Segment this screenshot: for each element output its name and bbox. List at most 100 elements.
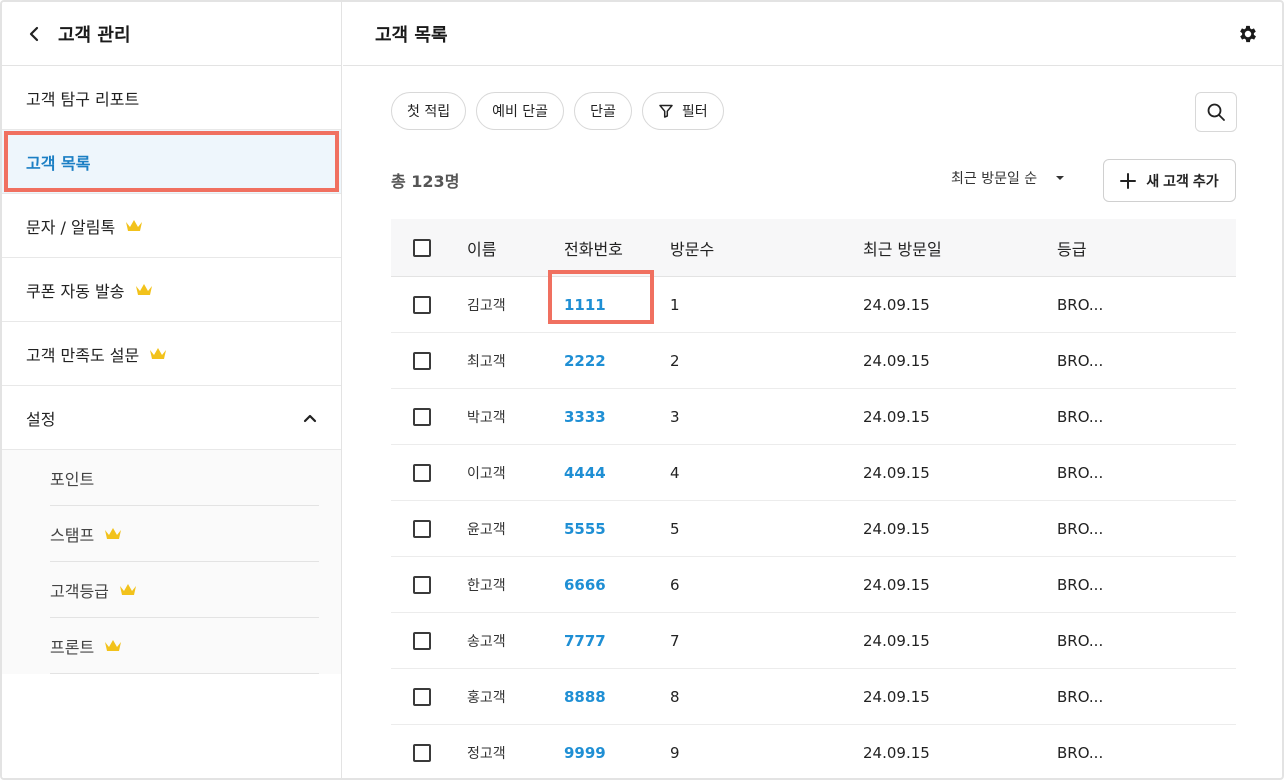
table-row[interactable]: 최고객 2222 2 24.09.15 BRO...	[391, 333, 1236, 389]
row-check-cell	[391, 463, 467, 482]
cell-grade: BRO...	[1057, 295, 1104, 314]
table-row[interactable]: 홍고객 8888 8 24.09.15 BRO...	[391, 669, 1236, 725]
sidebar-item-label: 설정	[26, 409, 56, 429]
gear-icon[interactable]	[1236, 22, 1260, 46]
cell-phone: 6666	[564, 576, 670, 594]
chip-regular[interactable]: 단골	[574, 92, 632, 130]
chip-label: 단골	[590, 104, 616, 120]
crown-icon	[119, 583, 137, 597]
search-button[interactable]	[1195, 92, 1237, 132]
cell-grade: BRO...	[1057, 463, 1104, 482]
phone-link[interactable]: 3333	[564, 408, 606, 426]
cell-recent-visit: 24.09.15	[863, 351, 930, 370]
table-row[interactable]: 한고객 6666 6 24.09.15 BRO...	[391, 557, 1236, 613]
row-checkbox[interactable]	[413, 351, 431, 370]
row-checkbox[interactable]	[413, 631, 431, 650]
row-checkbox[interactable]	[413, 743, 431, 762]
back-icon[interactable]	[24, 24, 44, 44]
cell-visits: 9	[670, 743, 680, 762]
sidebar-item-customer-list[interactable]: 고객 목록	[2, 130, 341, 194]
row-check-cell	[391, 631, 467, 650]
row-checkbox[interactable]	[413, 463, 431, 482]
cell-grade: BRO...	[1057, 575, 1104, 594]
cell-grade: BRO...	[1057, 351, 1104, 370]
phone-link[interactable]: 7777	[564, 632, 606, 650]
sidebar-item-coupon[interactable]: 쿠폰 자동 발송	[2, 258, 341, 322]
cell-visits: 2	[670, 351, 680, 370]
phone-link[interactable]: 2222	[564, 352, 606, 370]
page-title: 고객 목록	[375, 24, 448, 46]
sidebar-item-label: 쿠폰 자동 발송	[26, 281, 125, 301]
table-row[interactable]: 송고객 7777 7 24.09.15 BRO...	[391, 613, 1236, 669]
sidebar-item-label: 고객 만족도 설문	[26, 345, 140, 365]
main-header: 고객 목록	[343, 2, 1282, 66]
table-row[interactable]: 김고객 1111 1 24.09.15 BRO...	[391, 269, 1236, 333]
settings-submenu: 포인트 스탬프 고객등급 프론트	[2, 450, 341, 674]
row-checkbox[interactable]	[413, 575, 431, 594]
cell-name: 최고객	[467, 353, 506, 370]
add-customer-label: 새 고객 추가	[1146, 172, 1219, 189]
sort-label: 최근 방문일 순	[951, 171, 1038, 187]
sidebar-item-messages[interactable]: 문자 / 알림톡	[2, 194, 341, 258]
row-checkbox[interactable]	[413, 407, 431, 426]
select-all-checkbox[interactable]	[413, 238, 431, 257]
search-icon	[1206, 102, 1226, 122]
cell-recent-visit: 24.09.15	[863, 575, 930, 594]
cell-grade: BRO...	[1057, 407, 1104, 426]
submenu-item-stamp[interactable]: 스탬프	[50, 506, 319, 562]
submenu-item-label: 고객등급	[50, 581, 109, 601]
row-checkbox[interactable]	[413, 295, 431, 314]
crown-icon	[125, 219, 143, 233]
submenu-item-point[interactable]: 포인트	[50, 450, 319, 506]
header-grade[interactable]: 등급	[1057, 236, 1177, 260]
cell-recent-visit: 24.09.15	[863, 463, 930, 482]
filter-icon	[658, 103, 674, 119]
header-visits[interactable]: 방문수	[670, 236, 863, 260]
table-row[interactable]: 박고객 3333 3 24.09.15 BRO...	[391, 389, 1236, 445]
crown-icon	[104, 527, 122, 541]
submenu-item-front[interactable]: 프론트	[50, 618, 319, 674]
header-recent-visit[interactable]: 최근 방문일	[863, 236, 1057, 260]
cell-phone: 1111	[548, 269, 670, 324]
sidebar-item-report[interactable]: 고객 탐구 리포트	[2, 66, 341, 130]
submenu-item-grade[interactable]: 고객등급	[50, 562, 319, 618]
sort-dropdown[interactable]: 최근 방문일 순	[951, 168, 1065, 188]
sidebar-item-settings[interactable]: 설정	[2, 386, 341, 450]
cell-name: 정고객	[467, 745, 506, 762]
phone-link[interactable]: 8888	[564, 688, 606, 706]
phone-link[interactable]: 4444	[564, 464, 606, 482]
phone-link[interactable]: 1111	[564, 296, 606, 314]
row-check-cell	[391, 575, 467, 594]
table-row[interactable]: 정고객 9999 9 24.09.15 BRO...	[391, 725, 1236, 778]
cell-name: 박고객	[467, 409, 506, 426]
row-check-cell	[391, 519, 467, 538]
customer-table: 이름 전화번호 방문수 최근 방문일 등급 김고객 1111 1 24.09.1…	[391, 219, 1236, 778]
cell-name: 한고객	[467, 577, 506, 594]
row-check-cell	[391, 351, 467, 370]
header-name[interactable]: 이름	[467, 236, 564, 260]
phone-link[interactable]: 6666	[564, 576, 606, 594]
cell-visits: 3	[670, 407, 680, 426]
table-row[interactable]: 윤고객 5555 5 24.09.15 BRO...	[391, 501, 1236, 557]
chip-pre-regular[interactable]: 예비 단골	[476, 92, 565, 130]
chip-first-earn[interactable]: 첫 적립	[391, 92, 467, 130]
app-window: 고객 관리 고객 탐구 리포트 고객 목록 문자 / 알림톡 쿠폰 자동 발송 …	[0, 0, 1284, 780]
cell-phone: 4444	[564, 464, 670, 482]
table-row[interactable]: 이고객 4444 4 24.09.15 BRO...	[391, 445, 1236, 501]
phone-link[interactable]: 9999	[564, 744, 606, 762]
chevron-up-icon[interactable]	[303, 413, 317, 423]
phone-link[interactable]: 5555	[564, 520, 606, 538]
cell-recent-visit: 24.09.15	[863, 295, 930, 314]
cell-visits: 4	[670, 463, 680, 482]
submenu-item-label: 포인트	[50, 469, 95, 489]
sidebar-item-survey[interactable]: 고객 만족도 설문	[2, 322, 341, 386]
add-customer-button[interactable]: 새 고객 추가	[1103, 159, 1236, 202]
header-phone[interactable]: 전화번호	[564, 236, 670, 260]
filter-button[interactable]: 필터	[641, 92, 724, 130]
row-checkbox[interactable]	[413, 687, 431, 706]
cell-recent-visit: 24.09.15	[863, 687, 930, 706]
row-checkbox[interactable]	[413, 519, 431, 538]
cell-visits: 6	[670, 575, 680, 594]
cell-name: 김고객	[467, 297, 506, 314]
cell-phone: 7777	[564, 632, 670, 650]
